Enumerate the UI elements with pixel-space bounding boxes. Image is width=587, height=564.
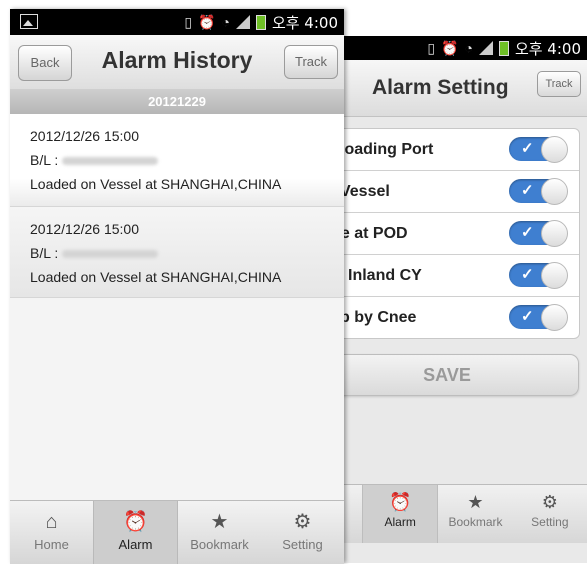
setting-tab-bar: ⏰ Alarm ★ Bookmark ⚙ Setting — [316, 484, 587, 543]
gear-icon: ⚙ — [293, 511, 312, 533]
tab-label: Setting — [282, 537, 323, 552]
signal-icon — [478, 41, 493, 55]
alarm-toggle[interactable]: ✓ — [509, 178, 568, 205]
star-icon: ★ — [210, 511, 229, 533]
alarm-clock-icon: ⏰ — [198, 13, 216, 30]
alarm-event: Loaded on Vessel at SHANGHAI,CHINA — [30, 269, 282, 285]
tab-bookmark[interactable]: ★ Bookmark — [438, 485, 512, 543]
tab-home[interactable]: ⌂ Home — [10, 501, 93, 564]
alarm-event: Loaded on Vessel at SHANGHAI,CHINA — [30, 176, 282, 192]
alarm-toggle[interactable]: ✓ — [509, 220, 568, 247]
home-icon: ⌂ — [45, 511, 58, 533]
tab-label: Alarm — [118, 537, 153, 552]
list-item[interactable]: 2012/12/26 15:00 B/L : Loaded on Vessel … — [10, 207, 344, 298]
alarm-icon: ⏰ — [388, 492, 412, 512]
tab-label: Bookmark — [190, 537, 249, 552]
alarm-toggle[interactable]: ✓ — [509, 304, 568, 331]
gear-icon: ⚙ — [541, 492, 558, 512]
battery-icon — [255, 14, 266, 30]
check-icon: ✓ — [521, 308, 534, 325]
battery-icon — [498, 40, 509, 56]
alarm-datetime: 2012/12/26 15:00 — [30, 221, 139, 237]
vibrate-icon: ▯ — [184, 13, 193, 30]
alarm-history-list: 2012/12/26 15:00 B/L : Loaded on Vessel … — [10, 114, 344, 298]
tab-setting[interactable]: ⚙ Setting — [261, 501, 344, 564]
bl-label: B/L : — [30, 245, 59, 261]
check-icon: ✓ — [521, 182, 534, 199]
check-icon: ✓ — [521, 224, 534, 241]
wifi-icon: ◔ — [221, 14, 230, 30]
check-icon: ✓ — [521, 140, 534, 157]
tab-label: Home — [34, 537, 69, 552]
save-button[interactable]: SAVE — [316, 354, 579, 396]
track-button[interactable]: Track — [284, 45, 338, 79]
tab-alarm[interactable]: ⏰ Alarm — [93, 501, 178, 564]
gallery-icon — [20, 14, 38, 29]
alarm-history-screen: ▯ ⏰ ◔ 오후 4:00 Alarm History Back Track 2… — [10, 9, 344, 564]
signal-icon — [235, 15, 250, 29]
star-icon: ★ — [467, 492, 484, 512]
status-bar: ▯ ⏰ ◔ 오후 4:00 — [10, 9, 344, 35]
date-header: 20121229 — [10, 89, 344, 114]
tab-label: Alarm — [384, 515, 416, 529]
setting-row: d up by Cnee ✓ — [316, 297, 579, 338]
status-time: 오후 4:00 — [271, 13, 338, 32]
alarm-toggle[interactable]: ✓ — [509, 262, 568, 289]
back-button[interactable]: Back — [18, 45, 72, 81]
alarm-toggle[interactable]: ✓ — [509, 136, 568, 163]
bl-label: B/L : — [30, 152, 59, 168]
history-tab-bar: ⌂ Home ⏰ Alarm ★ Bookmark ⚙ Setting — [10, 500, 344, 564]
alarm-icon: ⏰ — [123, 511, 148, 533]
tab-label: Bookmark — [448, 515, 503, 529]
tab-alarm[interactable]: ⏰ Alarm — [362, 485, 439, 543]
check-icon: ✓ — [521, 266, 534, 283]
alarm-clock-icon: ⏰ — [441, 39, 459, 56]
page-title: Alarm Setting — [372, 76, 509, 99]
tab-label: Setting — [531, 515, 569, 529]
redacted-bl-number — [62, 250, 159, 259]
vibrate-icon: ▯ — [427, 39, 436, 56]
history-header: Alarm History Back Track — [10, 35, 344, 89]
status-time: 오후 4:00 — [514, 39, 581, 58]
alarm-datetime: 2012/12/26 15:00 — [30, 128, 139, 144]
list-item[interactable]: 2012/12/26 15:00 B/L : Loaded on Vessel … — [10, 114, 344, 207]
track-button[interactable]: Track — [537, 71, 581, 97]
tab-setting[interactable]: ⚙ Setting — [513, 485, 587, 543]
status-bar: ▯ ⏰ ◔ 오후 4:00 — [316, 36, 587, 60]
wifi-icon: ◔ — [464, 40, 473, 56]
tab-bookmark[interactable]: ★ Bookmark — [178, 501, 261, 564]
redacted-bl-number — [62, 157, 159, 166]
